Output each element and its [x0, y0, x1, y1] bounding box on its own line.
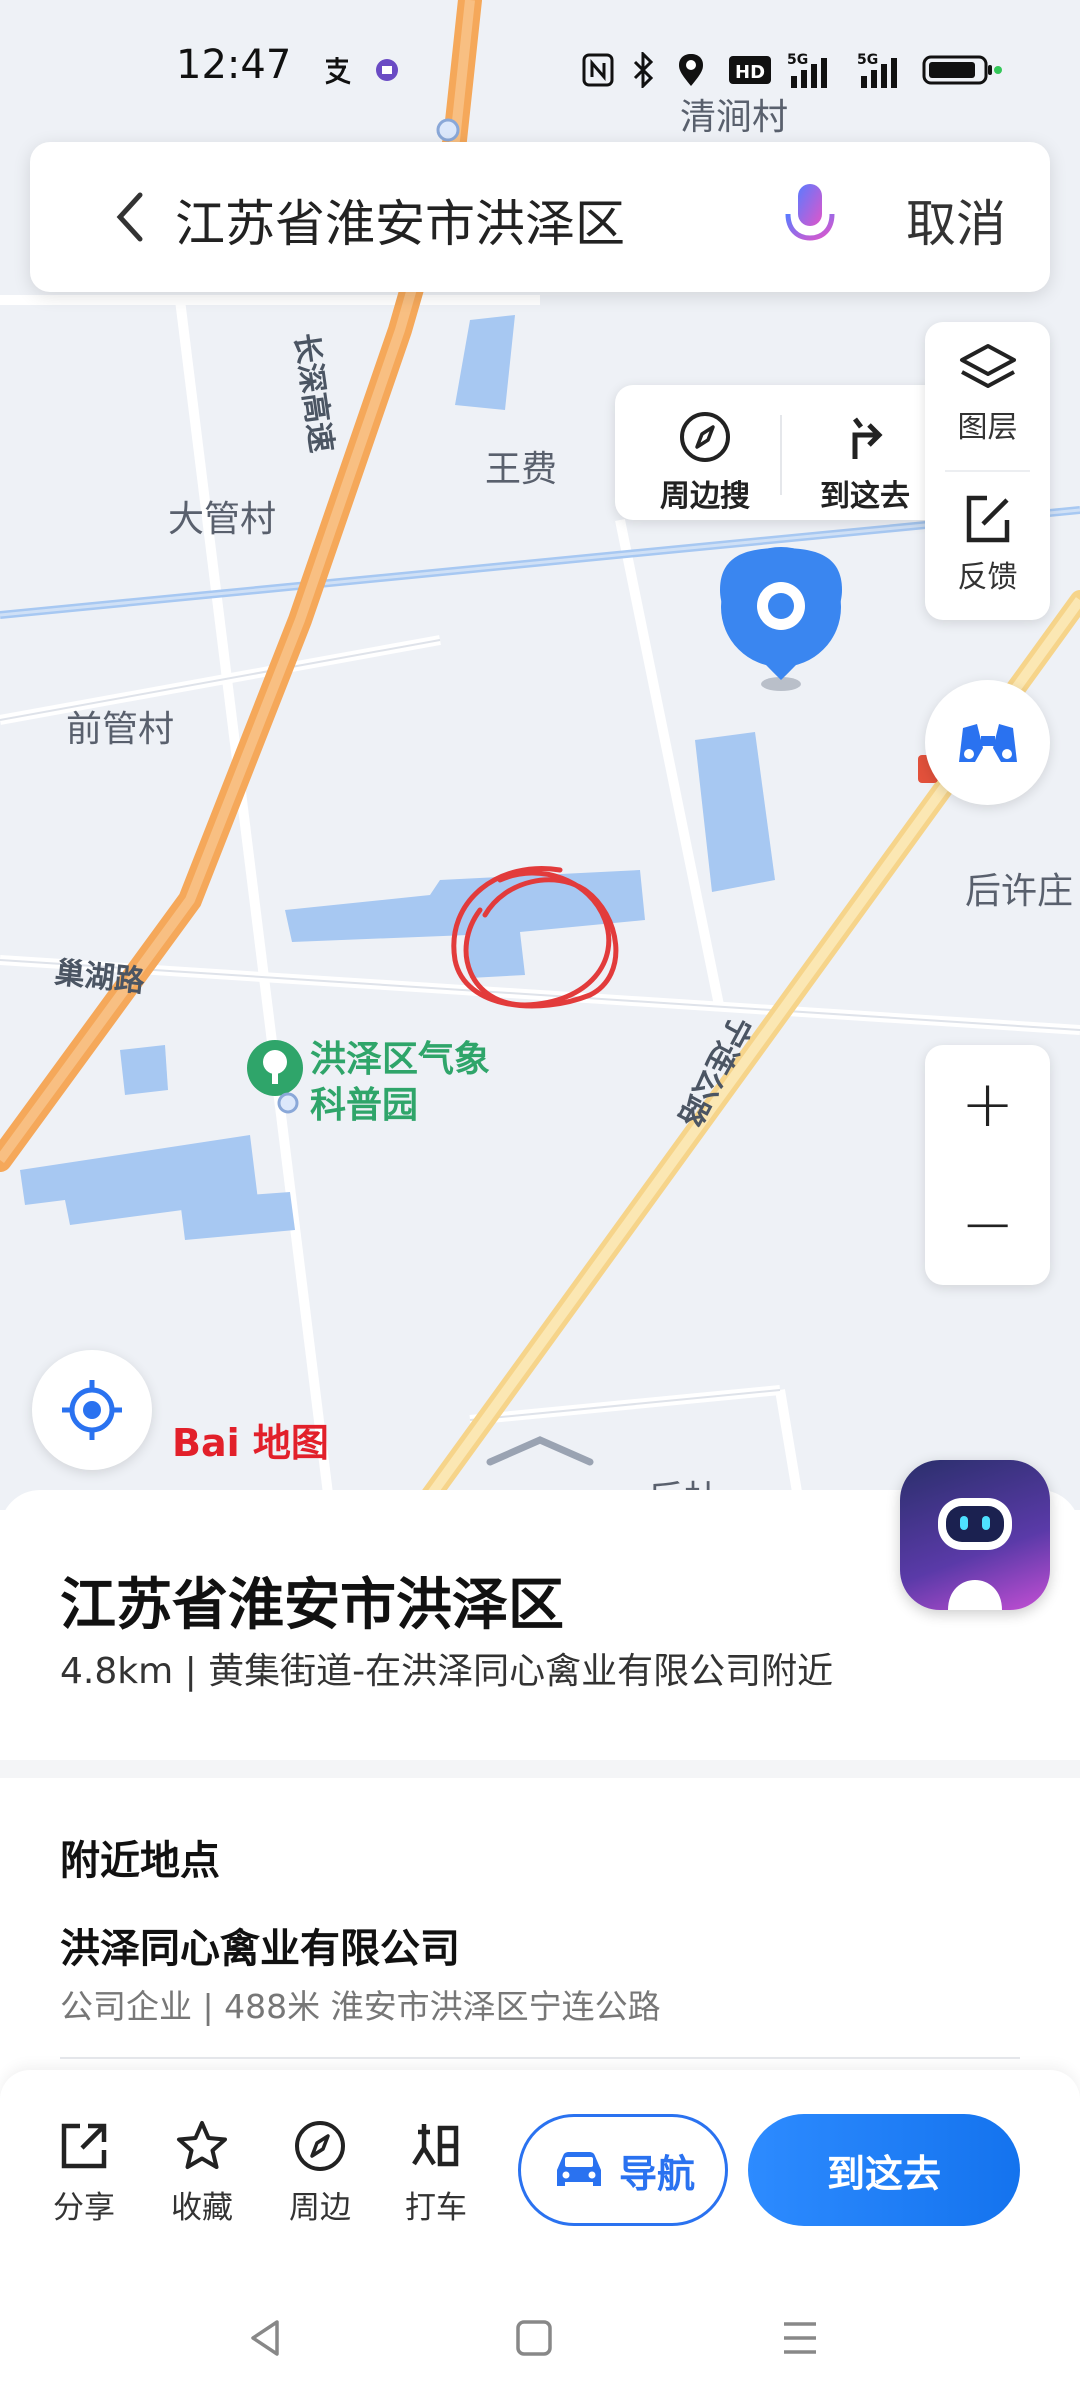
- navigate-button[interactable]: 导航: [518, 2114, 728, 2226]
- tools-divider: [945, 470, 1030, 472]
- square-home-icon: [516, 2320, 552, 2356]
- hd-icon: HD: [728, 50, 772, 90]
- section-divider: [0, 1760, 1080, 1778]
- alipay-icon: [318, 50, 356, 90]
- map-label-qianguan: 前管村: [66, 709, 175, 750]
- binoculars-icon: [958, 723, 1017, 762]
- svg-text:5G: 5G: [857, 52, 878, 68]
- voice-search-button[interactable]: [770, 178, 850, 258]
- layers-button[interactable]: 图层: [935, 342, 1040, 446]
- app-notification-icon: [370, 50, 404, 90]
- layers-icon: [959, 344, 1016, 388]
- system-home-button[interactable]: [504, 2308, 564, 2368]
- svg-text:HD: HD: [735, 62, 765, 83]
- triangle-back-icon: [251, 2320, 279, 2356]
- poi-name: 洪泽同心禽业有限公司: [60, 1926, 460, 1972]
- status-time: 12:47: [176, 42, 292, 88]
- locate-icon: [62, 1380, 122, 1440]
- nearby-search-button[interactable]: 周边搜: [645, 409, 765, 515]
- battery-icon: [922, 50, 1002, 90]
- menu-lines-icon: [784, 2322, 816, 2354]
- feedback-button[interactable]: 反馈: [935, 492, 1040, 596]
- search-bar: 江苏省淮安市洪泽区 取消: [30, 142, 1050, 292]
- map-label-houxu: 后许庄: [965, 871, 1074, 912]
- favorite-button[interactable]: 收藏: [152, 2118, 252, 2227]
- bottom-action-bar: 分享 收藏 周边 打车 导航 到这去: [0, 2070, 1080, 2270]
- taxi-icon: [412, 2124, 459, 2167]
- compass-icon: [680, 412, 730, 462]
- map-tools-panel: 图层 反馈: [925, 322, 1050, 620]
- street-view-button[interactable]: [925, 680, 1050, 805]
- microphone-icon: [785, 184, 835, 250]
- robot-icon: [938, 1498, 1012, 1610]
- ai-assistant-button[interactable]: [900, 1460, 1050, 1610]
- go-here-button[interactable]: 到这去: [748, 2114, 1020, 2226]
- place-subtitle: 4.8km | 黄集街道-在洪泽同心禽业有限公司附近: [60, 1651, 834, 1692]
- car-icon: [556, 2152, 601, 2186]
- park-label-line2: 科普园: [310, 1085, 419, 1126]
- system-back-button[interactable]: [235, 2308, 295, 2368]
- nearby-heading: 附近地点: [60, 1838, 220, 1884]
- park-label-line1: 洪泽区气象: [310, 1039, 491, 1080]
- taxi-button[interactable]: 打车: [386, 2118, 486, 2227]
- edit-icon: [966, 495, 1009, 543]
- back-button[interactable]: [90, 177, 170, 257]
- place-title: 江苏省淮安市洪泽区: [60, 1573, 564, 1638]
- svg-text:5G: 5G: [787, 52, 808, 68]
- share-button[interactable]: 分享: [34, 2118, 134, 2227]
- popup-divider: [780, 415, 782, 495]
- share-icon: [61, 2123, 107, 2169]
- signal-5g-icon: 5G: [855, 50, 907, 90]
- turn-arrow-icon: [852, 417, 883, 459]
- star-icon: [177, 2121, 227, 2169]
- search-input[interactable]: 江苏省淮安市洪泽区: [175, 184, 625, 256]
- road-label-chaohu: 巢湖路: [53, 955, 147, 1000]
- zoom-controls: + −: [925, 1045, 1050, 1285]
- nearby-button[interactable]: 周边: [270, 2118, 370, 2227]
- map-label-daguan: 大管村: [168, 499, 277, 540]
- map-label-wangfei: 王费: [485, 449, 558, 490]
- chevron-left-icon: [116, 192, 143, 242]
- status-bar: 12:47 HD 5G 5G: [0, 0, 1080, 140]
- baidu-logo: Bai 地图: [172, 1421, 329, 1465]
- compass-icon: [295, 2121, 345, 2171]
- destination-pin: [720, 547, 842, 691]
- cancel-button[interactable]: 取消: [906, 184, 1006, 256]
- location-icon: [675, 50, 707, 90]
- zoom-in-button[interactable]: +: [925, 1045, 1050, 1165]
- bluetooth-icon: [628, 50, 660, 90]
- map-popup-actions: 周边搜 到这去: [615, 385, 945, 520]
- zoom-out-button[interactable]: −: [925, 1165, 1050, 1285]
- system-menu-button[interactable]: [770, 2308, 830, 2368]
- poi-meta: 公司企业 | 488米 淮安市洪泽区宁连公路: [60, 1987, 661, 2026]
- nfc-icon: [580, 50, 616, 90]
- signal-5g-icon: 5G: [785, 50, 837, 90]
- list-divider: [60, 2057, 1020, 2059]
- go-here-popup-button[interactable]: 到这去: [805, 409, 925, 515]
- locate-button[interactable]: [32, 1350, 152, 1470]
- system-navigation-bar: [0, 2270, 1080, 2400]
